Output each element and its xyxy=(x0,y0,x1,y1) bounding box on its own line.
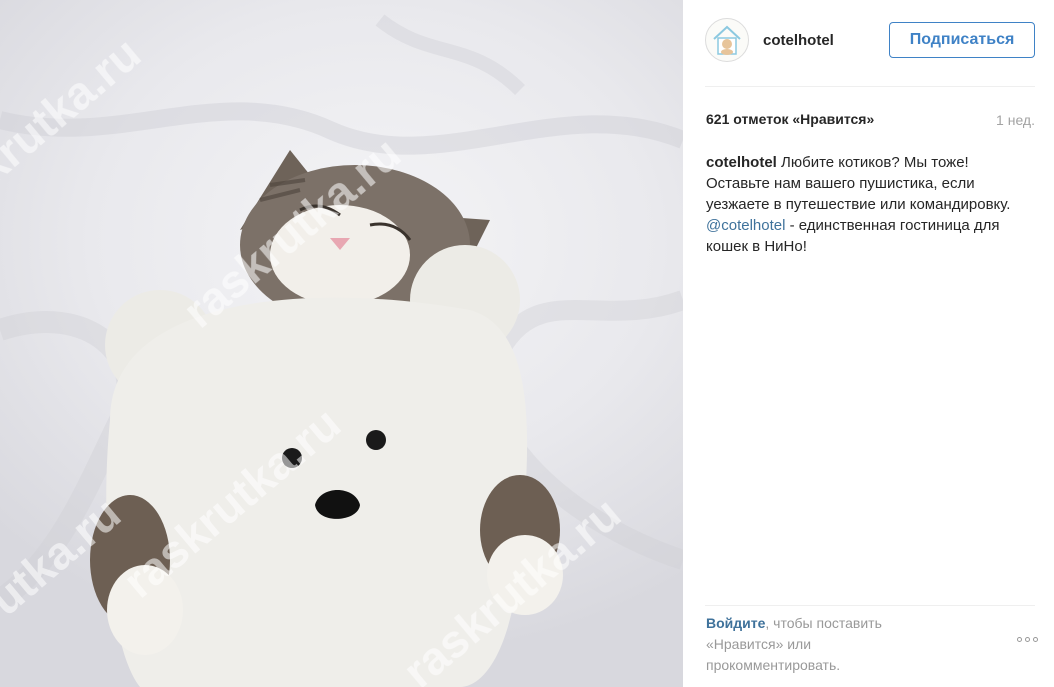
more-options-icon[interactable] xyxy=(1017,637,1038,642)
login-link[interactable]: Войдите xyxy=(706,615,765,631)
post-header: cotelhotel Подписаться xyxy=(683,0,1054,84)
post-time[interactable]: 1 нед. xyxy=(996,112,1035,128)
caption-author[interactable]: cotelhotel xyxy=(706,154,777,171)
cat-with-teddy-illustration: raskrutka.ru raskrutka.ru raskrutka.ru r… xyxy=(0,14,683,687)
caption-mention[interactable]: @cotelhotel xyxy=(706,217,785,234)
avatar[interactable] xyxy=(705,18,749,62)
cat-hotel-logo-icon xyxy=(713,25,741,55)
post-photo[interactable]: raskrutka.ru raskrutka.ru raskrutka.ru r… xyxy=(0,0,683,687)
footer-divider xyxy=(705,605,1035,606)
post-sidebar: cotelhotel Подписаться 621 отметок «Нрав… xyxy=(683,0,1054,687)
post-caption: cotelhotel Любите котиков? Мы тоже! Оста… xyxy=(706,152,1026,257)
post-username[interactable]: cotelhotel xyxy=(763,32,834,49)
follow-button[interactable]: Подписаться xyxy=(889,22,1035,58)
header-divider xyxy=(705,86,1035,87)
likes-count[interactable]: 621 отметок «Нравится» xyxy=(706,111,874,127)
login-prompt: Войдите, чтобы поставить «Нравится» или … xyxy=(706,613,946,676)
